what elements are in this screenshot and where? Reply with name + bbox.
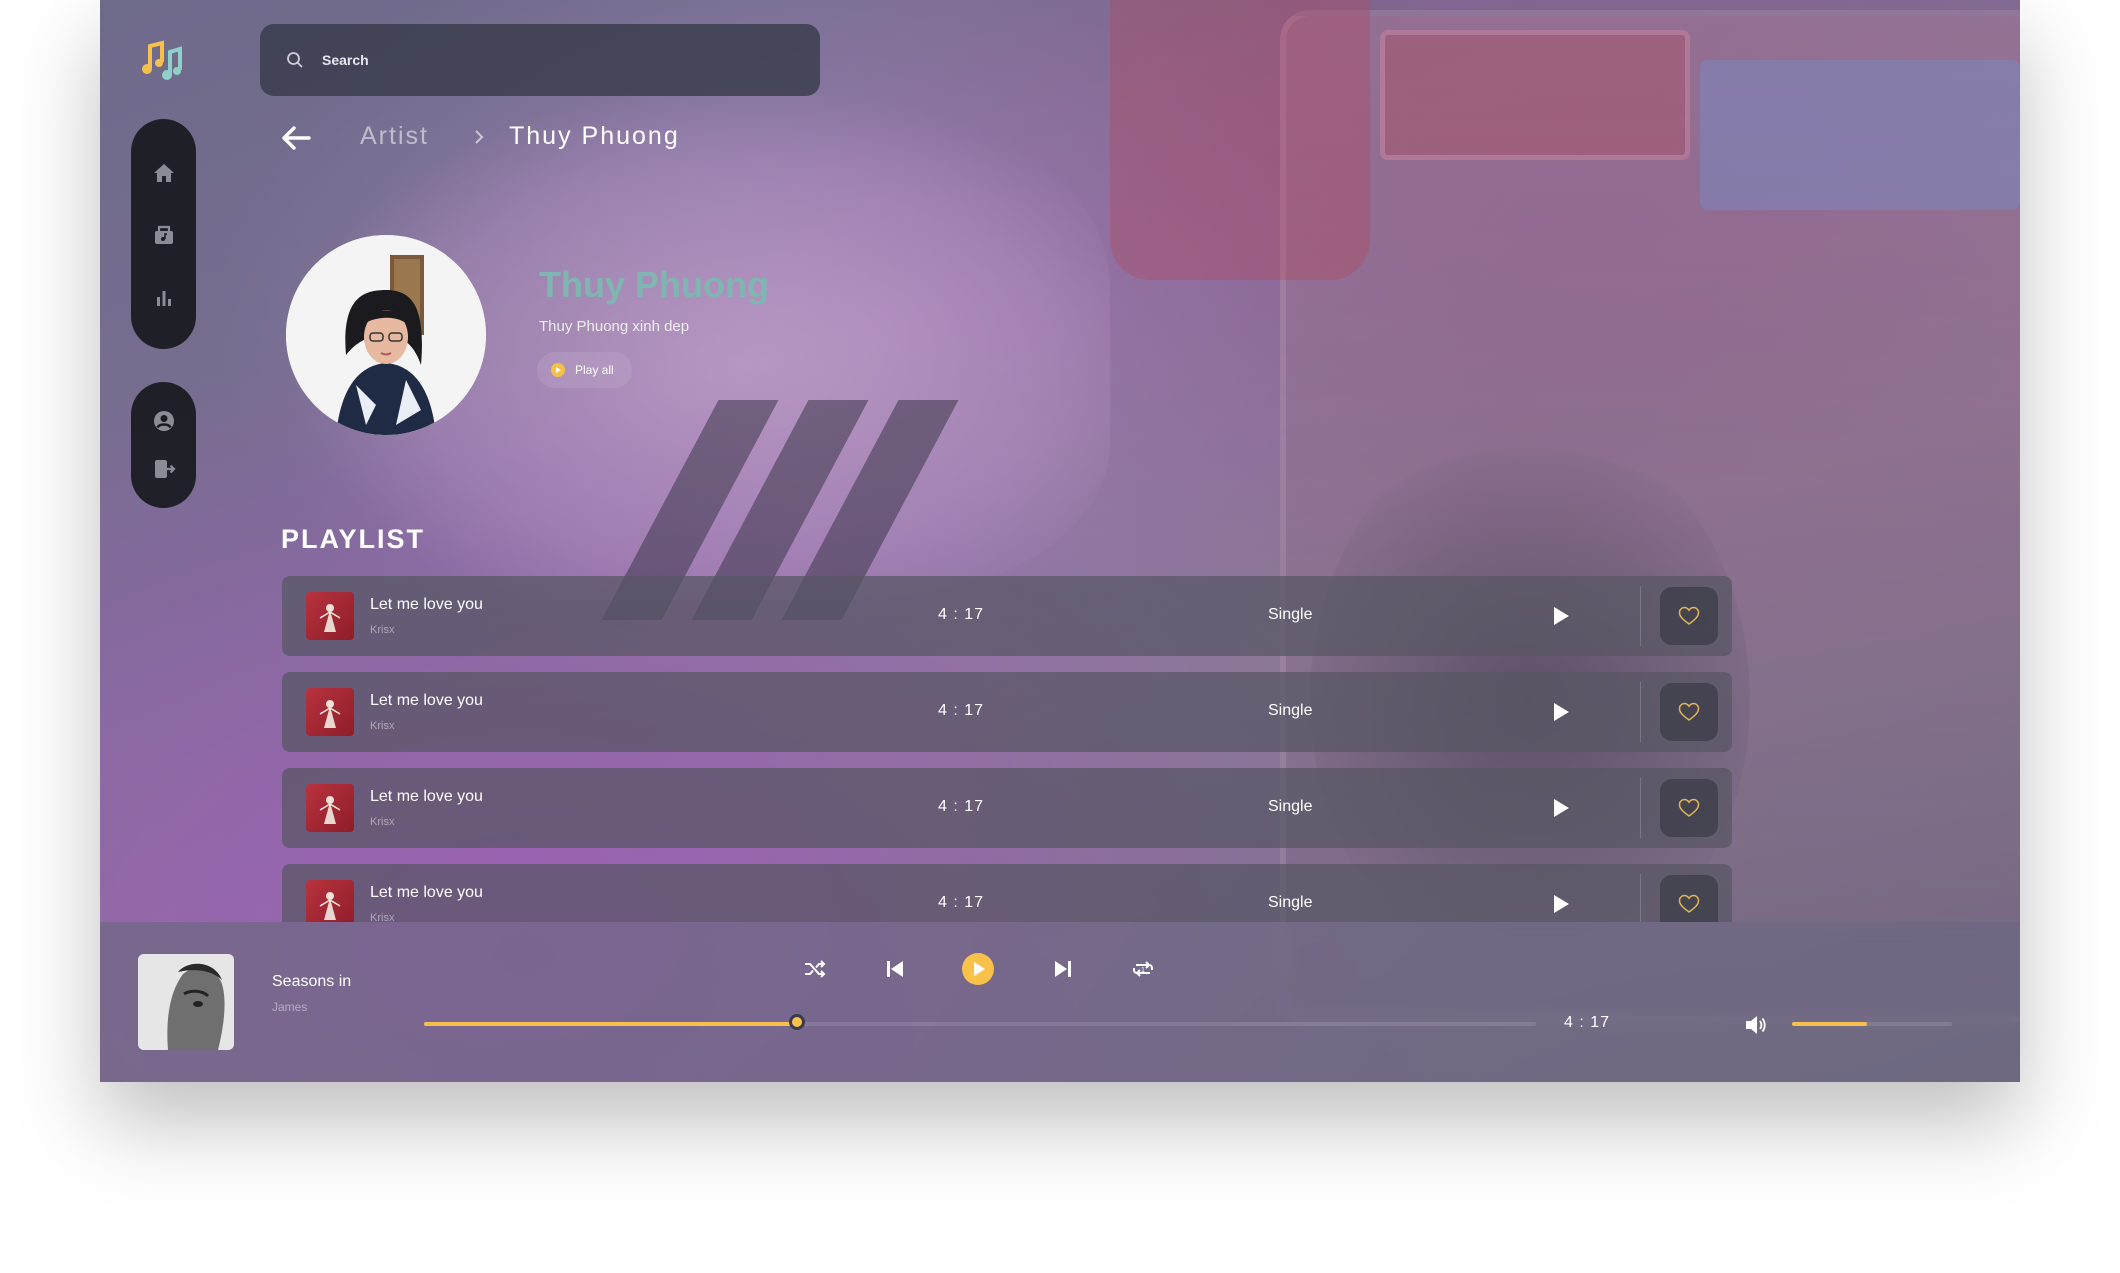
- seek-bar[interactable]: [424, 1014, 1536, 1030]
- favorite-button[interactable]: [1660, 875, 1718, 922]
- music-library-icon[interactable]: [151, 222, 177, 248]
- play-all-button[interactable]: Play all: [537, 352, 632, 388]
- track-artist: Krisx: [370, 912, 395, 922]
- play-all-label: Play all: [575, 363, 614, 377]
- svg-text:1: 1: [1141, 967, 1145, 974]
- sidebar-nav: [131, 119, 196, 349]
- now-playing-bar: Seasons in James 1 4 : 17: [100, 922, 2020, 1082]
- track-cover: [306, 592, 354, 640]
- volume-icon[interactable]: [1744, 1014, 1768, 1036]
- track-type: Single: [1268, 894, 1313, 911]
- track-time: 4 : 17: [1564, 1014, 1611, 1031]
- artist-avatar: [286, 235, 486, 435]
- breadcrumb-artist-link[interactable]: Artist: [360, 122, 429, 151]
- shuffle-icon[interactable]: [802, 956, 828, 982]
- track-artist: Krisx: [370, 816, 395, 828]
- playlist-row[interactable]: Let me love you Krisx 4 : 17 Single: [282, 576, 1732, 656]
- row-divider: [1640, 778, 1641, 838]
- repeat-icon[interactable]: 1: [1130, 956, 1156, 982]
- music-logo-icon[interactable]: [140, 38, 184, 82]
- favorite-button[interactable]: [1660, 683, 1718, 741]
- track-title: Let me love you: [370, 596, 483, 613]
- heart-icon: [1678, 798, 1700, 817]
- play-icon[interactable]: [1552, 798, 1570, 818]
- track-artist: Krisx: [370, 720, 395, 732]
- background-shape: [1110, 0, 1370, 280]
- chevron-right-icon: [472, 128, 486, 146]
- track-type: Single: [1268, 702, 1313, 719]
- now-playing-artist: James: [272, 1000, 308, 1014]
- track-cover: [306, 784, 354, 832]
- volume-slider-fill: [1792, 1022, 1868, 1026]
- logout-icon[interactable]: [151, 456, 177, 482]
- play-icon[interactable]: [1552, 702, 1570, 722]
- play-icon[interactable]: [1552, 606, 1570, 626]
- playlist-row[interactable]: Let me love you Krisx 4 : 17 Single: [282, 672, 1732, 752]
- track-artist: Krisx: [370, 624, 395, 636]
- track-type: Single: [1268, 798, 1313, 815]
- track-type: Single: [1268, 606, 1313, 623]
- row-divider: [1640, 682, 1641, 742]
- track-title: Let me love you: [370, 692, 483, 709]
- sidebar-user: [131, 382, 196, 508]
- track-cover: [306, 688, 354, 736]
- background-display-2: [1700, 60, 2020, 210]
- playlist-heading: PLAYLIST: [281, 524, 426, 554]
- favorite-button[interactable]: [1660, 587, 1718, 645]
- track-cover: [306, 880, 354, 922]
- search-input[interactable]: Search: [322, 52, 369, 68]
- play-icon[interactable]: [1552, 894, 1570, 914]
- volume-slider[interactable]: [1792, 1022, 1952, 1026]
- search-bar[interactable]: Search: [260, 24, 820, 96]
- heart-icon: [1678, 702, 1700, 721]
- track-duration: 4 : 17: [938, 702, 985, 719]
- seek-bar-fill: [424, 1022, 797, 1026]
- play-circle-icon: [551, 363, 565, 377]
- music-app-window: Search Artist Thuy Phuong Thuy Phuong Th…: [100, 0, 2020, 1082]
- heart-icon: [1678, 894, 1700, 913]
- track-duration: 4 : 17: [938, 798, 985, 815]
- row-divider: [1640, 586, 1641, 646]
- seek-bar-handle[interactable]: [788, 1014, 805, 1030]
- track-duration: 4 : 17: [938, 894, 985, 911]
- row-divider: [1640, 874, 1641, 922]
- back-arrow-icon[interactable]: [280, 124, 312, 152]
- artist-description: Thuy Phuong xinh dep: [539, 318, 690, 335]
- now-playing-title: Seasons in: [272, 973, 352, 990]
- now-playing-cover: [138, 954, 234, 1050]
- play-pause-button[interactable]: [962, 953, 994, 985]
- playlist-list: Let me love you Krisx 4 : 17 Single Let …: [282, 576, 1732, 922]
- background-display: [1380, 30, 1690, 160]
- heart-icon: [1678, 606, 1700, 625]
- search-icon: [286, 51, 304, 69]
- chart-icon[interactable]: [151, 285, 177, 311]
- favorite-button[interactable]: [1660, 779, 1718, 837]
- user-icon[interactable]: [151, 408, 177, 434]
- previous-icon[interactable]: [882, 956, 908, 982]
- home-icon[interactable]: [151, 160, 177, 186]
- playlist-row[interactable]: Let me love you Krisx 4 : 17 Single: [282, 864, 1732, 922]
- next-icon[interactable]: [1050, 956, 1076, 982]
- play-icon: [974, 962, 985, 976]
- track-duration: 4 : 17: [938, 606, 985, 623]
- breadcrumb-current: Thuy Phuong: [509, 122, 680, 150]
- artist-name: Thuy Phuong: [539, 264, 769, 305]
- playlist-row[interactable]: Let me love you Krisx 4 : 17 Single: [282, 768, 1732, 848]
- track-title: Let me love you: [370, 788, 483, 805]
- track-title: Let me love you: [370, 884, 483, 901]
